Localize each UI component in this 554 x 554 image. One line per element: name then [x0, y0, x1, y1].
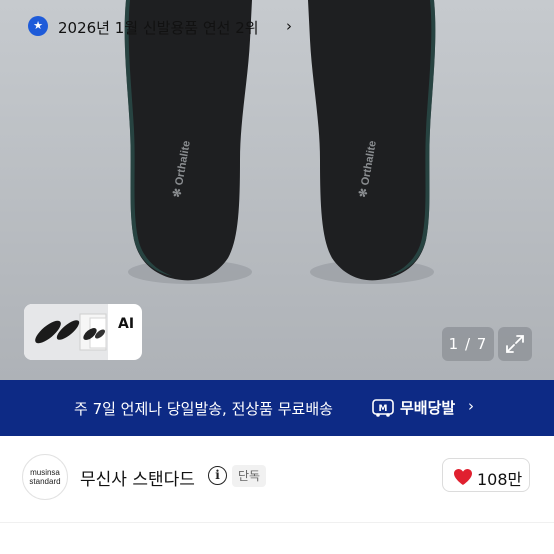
expand-icon [506, 335, 524, 353]
brand-logo[interactable]: musinsa standard [22, 454, 68, 500]
exclusive-badge: 단독 [232, 465, 267, 487]
ai-label: AI [118, 316, 135, 332]
chevron-right-icon: › [468, 397, 474, 415]
product-image-gallery[interactable]: ✻ Orthalite ✻ Orthalite AI › 1 / 7 [0, 0, 554, 380]
info-icon[interactable]: i [208, 466, 227, 485]
expand-button[interactable] [498, 327, 532, 361]
image-counter: 1 / 7 [442, 327, 494, 361]
banner-brand: 무배당발 [400, 399, 456, 417]
heart-icon [454, 469, 472, 485]
svg-text:M: M [379, 404, 388, 414]
ranking-row[interactable] [0, 522, 554, 554]
shipping-banner[interactable]: 주 7일 언제나 당일발송, 전상품 무료배송 M 무배당발 › [0, 380, 554, 436]
banner-text: 주 7일 언제나 당일발송, 전상품 무료배송 [74, 400, 333, 418]
like-button[interactable]: 108만 [442, 458, 530, 492]
ranking-text: 2026년 1월 신발용품 연선 2위 [58, 19, 259, 37]
ranking-star-icon: ★ [28, 16, 48, 36]
like-count: 108만 [477, 470, 523, 489]
ai-thumbnail-card[interactable]: AI › [24, 304, 142, 360]
brand-logo-line2: standard [29, 477, 61, 486]
brand-name[interactable]: 무신사 스탠다드 [80, 465, 195, 490]
brand-logo-line1: musinsa [30, 468, 60, 477]
chevron-right-icon: › [286, 17, 292, 35]
thumbnail-image [24, 304, 108, 360]
truck-logo-icon: M [372, 399, 394, 417]
